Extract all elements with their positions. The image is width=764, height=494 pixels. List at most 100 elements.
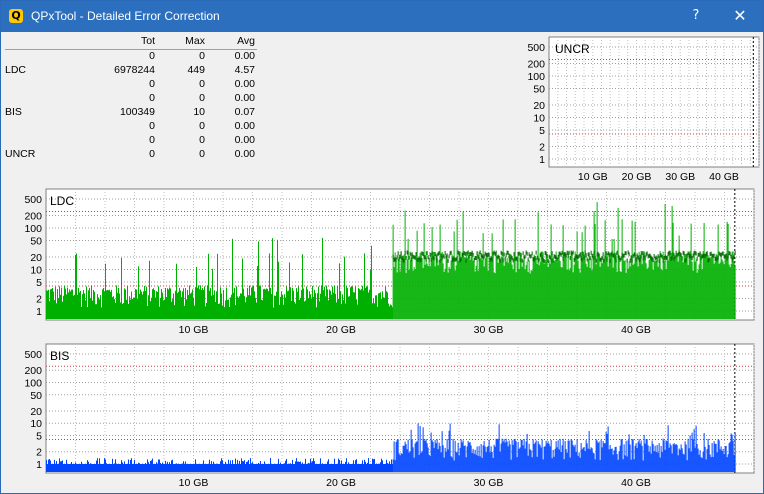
- data-bar: [60, 294, 61, 319]
- data-bar: [473, 261, 475, 319]
- data-bar: [419, 426, 421, 472]
- avg-band: [586, 257, 588, 262]
- data-bar: [353, 292, 354, 319]
- data-bar: [589, 268, 591, 319]
- data-bar: [321, 285, 322, 319]
- avg-band: [723, 254, 725, 259]
- data-bar: [733, 454, 735, 472]
- stats-avg: 0.00: [234, 92, 255, 104]
- data-bar: [328, 459, 329, 472]
- avg-band: [594, 255, 596, 260]
- data-bar: [247, 461, 248, 472]
- data-bar: [278, 458, 279, 472]
- data-bar: [82, 294, 83, 319]
- data-bar: [621, 219, 623, 319]
- data-bar: [369, 464, 370, 472]
- bis-plot: 500 200 100 50 20 10 5 2 1 10 GB 20 GB 30 GB 40 GB BI…: [1, 342, 761, 492]
- avg-band: [565, 253, 567, 258]
- data-bar: [268, 291, 269, 319]
- data-bar: [441, 431, 443, 472]
- data-bar: [58, 298, 59, 319]
- data-bar: [481, 259, 483, 319]
- data-bar: [460, 257, 462, 319]
- data-bar: [218, 464, 219, 472]
- avg-band: [509, 257, 511, 262]
- data-bar: [665, 440, 667, 472]
- data-bar: [254, 291, 255, 319]
- avg-band: [490, 256, 492, 261]
- titlebar[interactable]: Q QPxTool - Detailed Error Correction ? …: [1, 1, 763, 32]
- avg-band: [418, 256, 420, 261]
- data-bar: [311, 298, 312, 319]
- window-title: QPxTool - Detailed Error Correction: [31, 9, 220, 23]
- data-bar: [393, 267, 395, 319]
- data-bar: [74, 294, 75, 319]
- data-bar: [158, 459, 159, 472]
- avg-band: [625, 251, 627, 256]
- data-bar: [308, 298, 309, 319]
- data-bar: [61, 461, 62, 472]
- data-bar: [496, 438, 498, 472]
- data-bar: [629, 444, 631, 472]
- data-bar: [234, 287, 235, 319]
- data-bar: [87, 460, 88, 472]
- avg-band: [408, 255, 410, 260]
- data-bar: [297, 461, 298, 472]
- data-bar: [597, 442, 599, 472]
- data-bar: [491, 233, 493, 319]
- close-button[interactable]: ✕: [721, 5, 759, 27]
- avg-band: [679, 251, 681, 256]
- data-bar: [380, 292, 381, 319]
- data-bar: [485, 256, 487, 319]
- data-bar: [574, 444, 576, 472]
- data-bar: [100, 295, 101, 319]
- data-bar: [310, 294, 311, 319]
- data-bar: [385, 286, 386, 319]
- data-bar: [238, 464, 239, 472]
- avg-band: [486, 252, 488, 257]
- data-bar: [345, 461, 346, 472]
- data-bar: [435, 254, 437, 319]
- data-bar: [107, 464, 108, 472]
- data-bar: [209, 459, 210, 472]
- help-button[interactable]: ?: [679, 5, 713, 27]
- data-bar: [640, 440, 642, 472]
- data-bar: [567, 440, 569, 472]
- avg-band: [392, 254, 394, 259]
- avg-band: [618, 255, 620, 260]
- data-bar: [158, 286, 159, 319]
- avg-band: [563, 252, 565, 257]
- data-bar: [285, 297, 286, 319]
- data-bar: [308, 462, 309, 472]
- data-bar: [372, 303, 373, 319]
- data-bar: [533, 254, 535, 319]
- y-tick-label: 1: [36, 459, 42, 471]
- data-bar: [64, 464, 65, 472]
- avg-band: [647, 254, 649, 259]
- data-bar: [214, 290, 215, 319]
- data-bar: [541, 251, 543, 319]
- avg-band: [636, 253, 638, 258]
- data-bar: [622, 459, 624, 472]
- data-bar: [517, 441, 519, 472]
- stats-max: 10: [193, 106, 205, 118]
- data-bar: [259, 286, 260, 319]
- data-bar: [672, 222, 674, 319]
- data-bar: [452, 255, 454, 319]
- avg-band: [722, 251, 724, 256]
- avg-band: [432, 255, 434, 260]
- avg-band: [703, 253, 705, 258]
- data-bar: [300, 298, 301, 319]
- avg-band: [505, 253, 507, 258]
- data-bar: [121, 460, 122, 472]
- data-bar: [495, 438, 497, 472]
- avg-band: [517, 251, 519, 256]
- data-bar: [111, 464, 112, 472]
- data-bar: [662, 438, 664, 472]
- y-tick-label: 10: [30, 265, 42, 277]
- x-tick-label: 20 GB: [326, 324, 356, 336]
- data-bar: [264, 288, 265, 319]
- avg-band: [414, 255, 416, 260]
- data-bar: [443, 271, 445, 319]
- data-bar: [439, 224, 441, 319]
